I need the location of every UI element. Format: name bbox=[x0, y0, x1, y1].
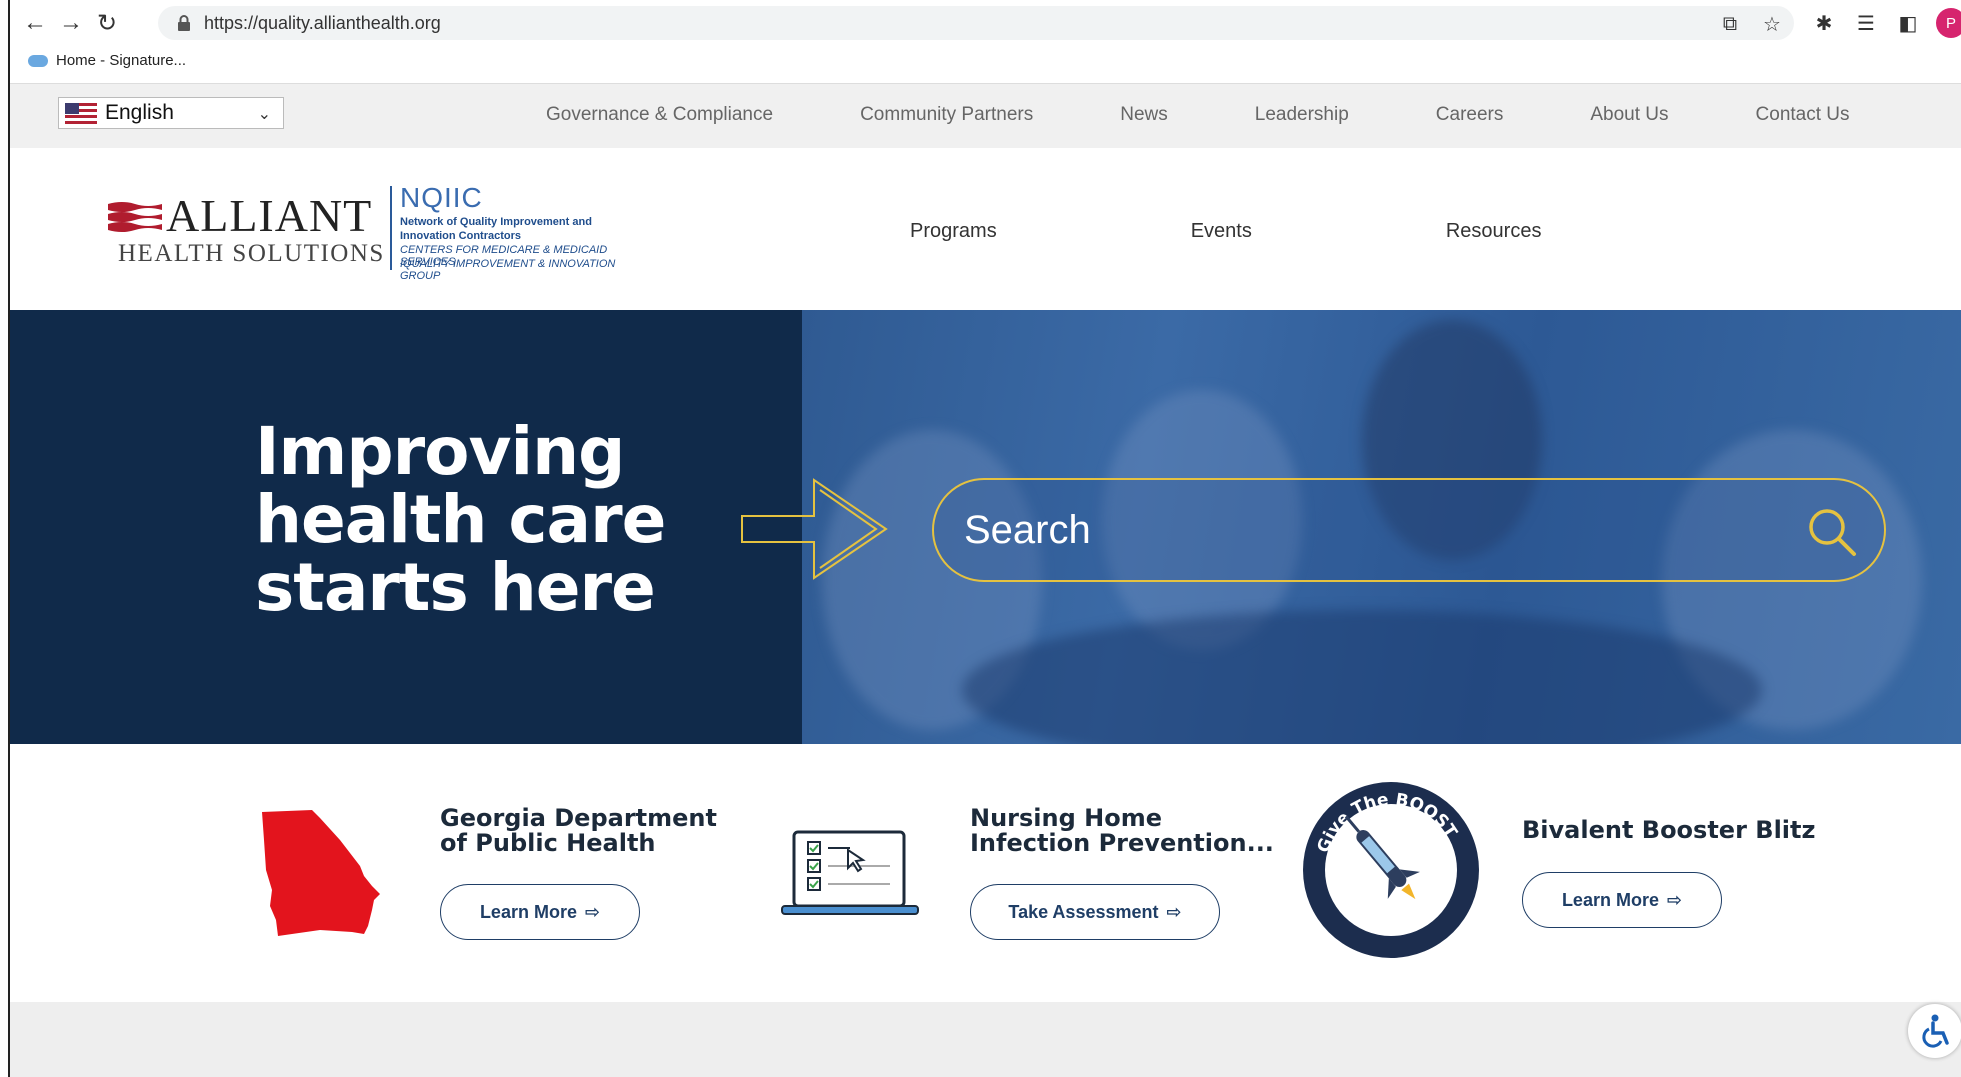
reload-icon[interactable]: ↻ bbox=[92, 8, 122, 38]
nav-community-partners[interactable]: Community Partners bbox=[860, 104, 1033, 126]
boost-badge-icon: Give The BOOST A Shot bbox=[1296, 780, 1479, 958]
search-input[interactable]: Search bbox=[932, 478, 1886, 582]
hero-title-line: Improving bbox=[255, 413, 625, 490]
back-icon[interactable]: ← bbox=[20, 8, 50, 38]
browser-window: ← → ↻ https://quality.allianthealth.org … bbox=[8, 0, 1961, 1077]
nav-contact-us[interactable]: Contact Us bbox=[1756, 104, 1850, 126]
share-icon[interactable]: ⧉ bbox=[1716, 10, 1744, 38]
extensions-icon[interactable]: ✱ bbox=[1810, 9, 1838, 37]
card-title-line: Bivalent Booster Blitz bbox=[1522, 816, 1816, 844]
arrow-right-icon: ⇨ bbox=[1666, 889, 1683, 910]
bookmark-item[interactable]: Home - Signature... bbox=[28, 52, 186, 69]
lock-icon bbox=[178, 15, 190, 31]
language-label: English bbox=[105, 101, 174, 124]
forward-icon[interactable]: → bbox=[56, 8, 86, 38]
url-text: https://quality.allianthealth.org bbox=[204, 13, 441, 33]
hero-banner: Improving health care starts here Search bbox=[10, 310, 1961, 744]
card-title-line: Infection Prevention... bbox=[970, 829, 1274, 857]
nav-careers[interactable]: Careers bbox=[1436, 104, 1504, 126]
hero-title-line: starts here bbox=[255, 549, 656, 626]
browser-chrome: ← → ↻ https://quality.allianthealth.org … bbox=[10, 0, 1961, 84]
nav-programs[interactable]: Programs bbox=[910, 220, 997, 243]
search-placeholder: Search bbox=[964, 508, 1091, 552]
cloud-icon bbox=[28, 54, 48, 67]
side-panel-icon[interactable]: ◧ bbox=[1894, 9, 1922, 37]
card-title-line: of Public Health bbox=[440, 829, 656, 857]
us-flag-icon bbox=[65, 102, 97, 124]
card-title-line: Georgia Department bbox=[440, 804, 717, 832]
nqiic-line: Innovation Contractors bbox=[400, 230, 522, 242]
accessibility-icon[interactable] bbox=[1908, 1004, 1961, 1058]
feature-cards: Georgia Department of Public Health Lear… bbox=[10, 744, 1961, 1002]
nav-events[interactable]: Events bbox=[1191, 220, 1252, 243]
logo-name: ALLIANT bbox=[166, 190, 373, 241]
address-bar[interactable]: https://quality.allianthealth.org ⧉ ☆ bbox=[158, 6, 1794, 40]
bookmark-star-icon[interactable]: ☆ bbox=[1758, 10, 1786, 38]
arrow-right-icon: ⇨ bbox=[584, 901, 601, 922]
button-label: Learn More bbox=[479, 901, 577, 922]
card-title: Georgia Department of Public Health bbox=[440, 806, 717, 856]
nqiic-label: NQIIC bbox=[400, 182, 483, 213]
nav-governance-compliance[interactable]: Governance & Compliance bbox=[546, 104, 773, 126]
main-header: ALLIANT HEALTH SOLUTIONS NQIIC Network o… bbox=[10, 148, 1961, 310]
alliant-logo[interactable]: ALLIANT HEALTH SOLUTIONS NQIIC Network o… bbox=[108, 182, 648, 282]
logo-divider bbox=[390, 186, 392, 270]
flag-logo-icon bbox=[108, 202, 162, 232]
utility-nav: English ⌄ Governance & Compliance Commun… bbox=[10, 84, 1961, 148]
hero-left-panel: Improving health care starts here bbox=[10, 310, 802, 744]
bookmark-label: Home - Signature... bbox=[56, 52, 187, 69]
search-icon[interactable] bbox=[1806, 506, 1858, 558]
reading-list-icon[interactable]: ☰ bbox=[1852, 9, 1880, 37]
card-title-line: Nursing Home bbox=[970, 804, 1162, 832]
nav-leadership[interactable]: Leadership bbox=[1255, 104, 1349, 126]
nqiic-line: IQUALITY IMPROVEMENT & INNOVATION GROUP bbox=[400, 258, 616, 282]
hero-title: Improving health care starts here bbox=[255, 413, 666, 626]
learn-more-button[interactable]: Learn More ⇨ bbox=[1522, 872, 1722, 928]
take-assessment-button[interactable]: Take Assessment ⇨ bbox=[970, 884, 1220, 940]
card-title: Nursing Home Infection Prevention... bbox=[970, 806, 1274, 856]
language-select[interactable]: English ⌄ bbox=[58, 97, 284, 129]
chevron-down-icon: ⌄ bbox=[257, 106, 271, 123]
hero-title-line: health care bbox=[255, 481, 666, 558]
learn-more-button[interactable]: Learn More ⇨ bbox=[440, 884, 640, 940]
laptop-checklist-icon bbox=[781, 830, 919, 915]
button-label: Take Assessment bbox=[1008, 901, 1159, 922]
nav-resources[interactable]: Resources bbox=[1446, 220, 1542, 243]
card-title: Bivalent Booster Blitz bbox=[1522, 818, 1815, 843]
nav-about-us[interactable]: About Us bbox=[1590, 104, 1668, 126]
nav-news[interactable]: News bbox=[1120, 104, 1168, 126]
georgia-map-icon bbox=[262, 810, 380, 936]
logo-subtitle: HEALTH SOLUTIONS bbox=[118, 240, 385, 267]
arrow-right-icon: ⇨ bbox=[1166, 901, 1182, 922]
button-label: Learn More bbox=[1561, 889, 1659, 910]
footer-band bbox=[10, 1002, 1961, 1077]
browser-toolbar: ← → ↻ https://quality.allianthealth.org … bbox=[10, 6, 1961, 40]
nqiic-line: Network of Quality Improvement and bbox=[400, 216, 592, 228]
profile-avatar[interactable]: P bbox=[1936, 8, 1961, 38]
arrow-right-icon bbox=[741, 478, 888, 580]
